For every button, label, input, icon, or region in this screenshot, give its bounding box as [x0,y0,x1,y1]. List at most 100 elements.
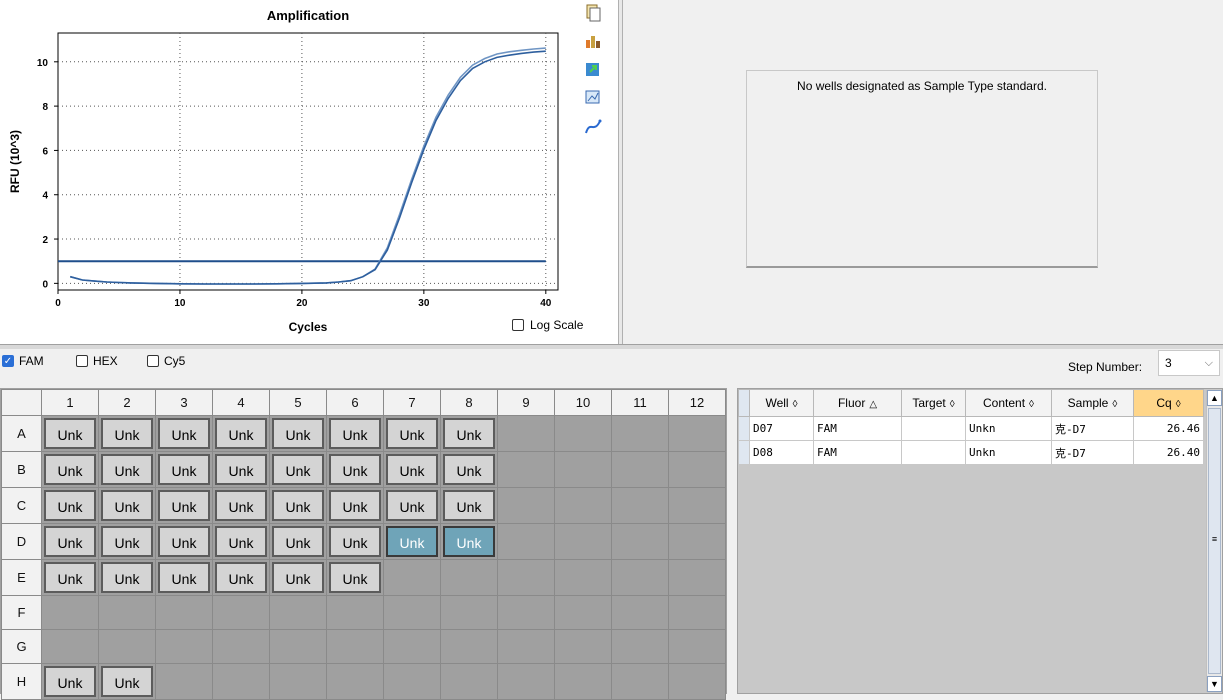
sort-icon[interactable]: ◊ [793,399,798,410]
well-content[interactable]: Unk [215,418,267,449]
plate-well[interactable] [668,629,726,664]
plate-well[interactable]: Unk [155,559,213,596]
plate-well[interactable] [326,629,384,664]
results-column-header[interactable]: Content ◊ [965,389,1052,417]
row-indicator[interactable] [738,440,750,465]
plate-well[interactable] [326,595,384,630]
plate-well[interactable] [440,663,498,700]
results-column-header[interactable]: Sample ◊ [1051,389,1134,417]
plate-well[interactable] [383,559,441,596]
plate-well[interactable]: Unk [383,523,441,560]
sort-icon[interactable]: ◊ [950,399,955,410]
scroll-thumb[interactable]: ≡ [1208,408,1221,674]
well-content[interactable]: Unk [215,490,267,521]
well-content[interactable]: Unk [44,490,96,521]
plate-well[interactable] [554,451,612,488]
well-content[interactable]: Unk [101,418,153,449]
table-cell[interactable]: FAM [813,416,902,441]
plate-well[interactable]: Unk [326,451,384,488]
fam-checkbox[interactable]: ✓ FAM [2,354,44,368]
table-cell[interactable]: 克-D7 [1051,416,1134,441]
cy5-check-icon[interactable] [147,355,159,367]
plate-column-header[interactable]: 9 [497,389,555,416]
hex-check-icon[interactable] [76,355,88,367]
plate-well[interactable] [497,663,555,700]
plate-well[interactable] [554,629,612,664]
well-content[interactable]: Unk [158,526,210,557]
plate-well[interactable]: Unk [212,487,270,524]
plate-well[interactable] [611,487,669,524]
table-row[interactable]: D08 FAM Unkn 克-D7 26.40 [738,440,1204,465]
table-cell[interactable]: Unkn [965,440,1052,465]
plate-well[interactable]: Unk [269,559,327,596]
well-content[interactable]: Unk [215,526,267,557]
plate-well[interactable]: Unk [326,415,384,452]
plate-well[interactable]: Unk [155,487,213,524]
plate-well[interactable] [41,595,99,630]
plate-well[interactable] [668,523,726,560]
plate-well[interactable]: Unk [326,559,384,596]
well-content[interactable]: Unk [272,454,324,485]
plate-well[interactable]: Unk [440,451,498,488]
scroll-up-icon[interactable]: ▲ [1207,390,1222,406]
plate-well[interactable] [554,595,612,630]
plate-well[interactable]: Unk [41,451,99,488]
plate-column-header[interactable]: 6 [326,389,384,416]
well-content[interactable]: Unk [272,490,324,521]
well-content-selected[interactable]: Unk [386,526,438,557]
well-content[interactable]: Unk [44,666,96,697]
plate-well[interactable]: Unk [98,451,156,488]
plate-well[interactable] [497,415,555,452]
plate-column-header[interactable]: 11 [611,389,669,416]
plate-well[interactable] [98,629,156,664]
step-number-select[interactable]: 3 ⌵ [1158,350,1220,376]
well-content[interactable]: Unk [443,454,495,485]
table-cell[interactable]: 克-D7 [1051,440,1134,465]
zoom-chart-icon[interactable] [584,88,602,106]
results-column-header[interactable]: Fluor △ [813,389,902,417]
log-scale-box[interactable] [512,319,524,331]
plate-column-header[interactable]: 10 [554,389,612,416]
well-content[interactable]: Unk [101,490,153,521]
well-content[interactable]: Unk [44,562,96,593]
well-content[interactable]: Unk [272,526,324,557]
well-content[interactable]: Unk [215,454,267,485]
well-content[interactable]: Unk [44,418,96,449]
well-content[interactable]: Unk [158,418,210,449]
plate-well[interactable] [383,595,441,630]
plate-well[interactable]: Unk [212,415,270,452]
plate-row-header[interactable]: D [1,523,42,560]
well-content-selected[interactable]: Unk [443,526,495,557]
plate-row-header[interactable]: B [1,451,42,488]
plate-well[interactable] [269,629,327,664]
plate-well[interactable] [668,663,726,700]
well-content[interactable]: Unk [272,418,324,449]
well-content[interactable]: Unk [386,490,438,521]
well-content[interactable]: Unk [386,454,438,485]
well-content[interactable]: Unk [215,562,267,593]
well-content[interactable]: Unk [101,666,153,697]
plate-well[interactable]: Unk [440,415,498,452]
plate-well[interactable] [611,629,669,664]
plate-well[interactable] [668,415,726,452]
plate-well[interactable] [440,629,498,664]
plate-column-header[interactable]: 4 [212,389,270,416]
table-cell[interactable]: FAM [813,440,902,465]
plate-well[interactable] [440,559,498,596]
results-column-header[interactable]: Cq ◊ [1133,389,1204,417]
plate-well[interactable] [497,595,555,630]
plate-well[interactable] [554,559,612,596]
export-icon[interactable] [584,60,602,78]
plate-column-header[interactable]: 5 [269,389,327,416]
well-content[interactable]: Unk [386,418,438,449]
well-content[interactable]: Unk [44,526,96,557]
results-column-header[interactable]: Target ◊ [901,389,966,417]
plate-well[interactable] [212,663,270,700]
plate-row-header[interactable]: G [1,629,42,664]
table-cell[interactable]: D07 [749,416,814,441]
curve-fit-icon[interactable] [584,118,602,136]
plate-well[interactable]: Unk [269,451,327,488]
plate-well[interactable] [212,629,270,664]
plate-well[interactable]: Unk [269,415,327,452]
plate-well[interactable]: Unk [212,559,270,596]
